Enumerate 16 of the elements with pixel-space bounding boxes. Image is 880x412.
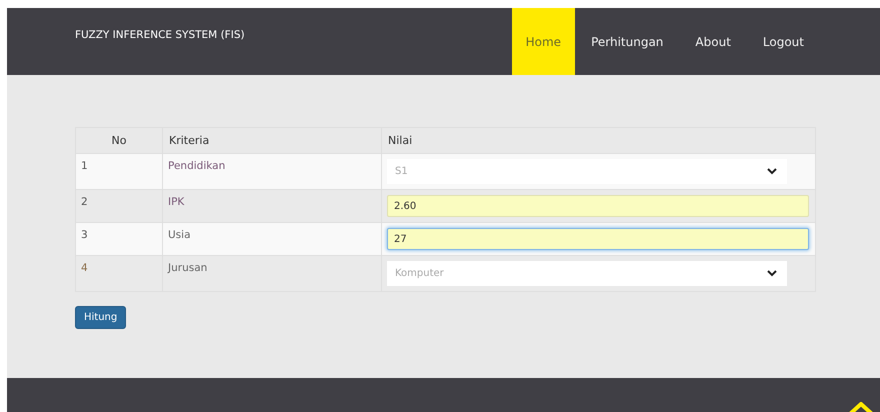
input-field[interactable]: 27 [387, 228, 809, 250]
table-cell: 4 [76, 256, 162, 292]
column-header: No [76, 128, 162, 154]
column-header: Kriteria [162, 128, 382, 154]
nav-link[interactable]: Logout [746, 8, 820, 75]
column-header: Nilai [382, 128, 816, 154]
nav-link[interactable]: Perhitungan [575, 8, 680, 75]
submit-button[interactable]: Hitung [75, 306, 126, 329]
table-cell: Jurusan [162, 256, 382, 292]
nav-link[interactable]: Home [512, 8, 576, 75]
scroll-up-icon[interactable] [848, 402, 874, 412]
input-field[interactable]: 2.60 [387, 195, 809, 217]
nav-link[interactable]: About [679, 8, 747, 75]
chevron-down-icon [767, 168, 777, 175]
brand-title: FUZZY INFERENCE SYSTEM (FIS) [75, 28, 246, 43]
chevron-down-icon [767, 270, 777, 277]
